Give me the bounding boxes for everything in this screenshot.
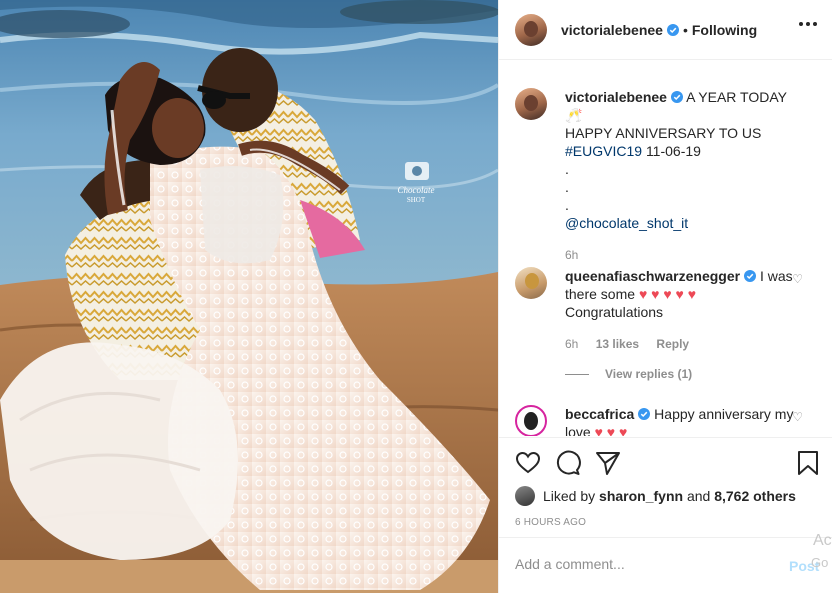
- heart-emojis: ♥ ♥ ♥: [594, 424, 628, 436]
- caption-hashtag[interactable]: #EUGVIC19: [565, 143, 642, 159]
- more-options-icon[interactable]: [799, 22, 817, 26]
- like-comment-heart-icon[interactable]: ♡: [792, 272, 803, 286]
- likes-prefix: Liked by: [543, 488, 596, 504]
- commenter-avatar[interactable]: [515, 405, 547, 436]
- comment-text-2: Congratulations: [565, 304, 664, 320]
- caption-mention[interactable]: @chocolate_shot_it: [565, 215, 688, 231]
- caption-username[interactable]: victorialebenee: [565, 89, 667, 105]
- save-bookmark-icon[interactable]: [795, 450, 821, 476]
- add-comment-bar: Post: [499, 537, 832, 593]
- reply-button[interactable]: Reply: [656, 337, 689, 351]
- caption: victorialebenee A YEAR TODAY 🥂 HAPPY ANN…: [515, 88, 825, 264]
- caption-dot-1: .: [565, 161, 569, 177]
- like-comment-heart-icon[interactable]: ♡: [792, 410, 803, 424]
- liker-avatar[interactable]: [515, 486, 535, 506]
- caption-dot-2: .: [565, 179, 569, 195]
- likes-summary: Liked by sharon_fynn and 8,762 others: [515, 486, 796, 506]
- verified-badge-icon: [638, 408, 651, 420]
- post-photo[interactable]: Chocolate SHOT: [0, 0, 498, 593]
- activate-windows-watermark: Ac: [813, 532, 832, 549]
- caption-body: victorialebenee A YEAR TODAY 🥂 HAPPY ANN…: [565, 88, 795, 264]
- post-actions: Liked by sharon_fynn and 8,762 others 6 …: [499, 437, 832, 537]
- commenter-username[interactable]: queenafiaschwarzenegger: [565, 268, 740, 284]
- comment-bubble-icon[interactable]: [555, 450, 581, 476]
- caption-date: 11-06-19: [645, 143, 701, 159]
- activate-windows-watermark-2: Go: [811, 555, 829, 570]
- comment-time[interactable]: 6h: [565, 337, 578, 351]
- share-paper-plane-icon[interactable]: [595, 450, 621, 476]
- comment-meta: 6h 13 likes Reply: [565, 335, 795, 353]
- view-replies[interactable]: View replies (1): [565, 367, 692, 381]
- caption-time[interactable]: 6h: [565, 248, 578, 262]
- post-header: victorialebenee • Following: [499, 0, 832, 60]
- comment-likes[interactable]: 13 likes: [596, 337, 639, 351]
- liker-username[interactable]: sharon_fynn: [599, 488, 683, 504]
- verified-badge-icon: [744, 270, 757, 282]
- commenter-username[interactable]: beccafrica: [565, 406, 634, 422]
- header-separator: •: [682, 21, 688, 38]
- commenter-avatar[interactable]: [515, 267, 547, 299]
- caption-meta: 6h: [565, 246, 795, 264]
- caption-avatar[interactable]: [515, 88, 547, 120]
- comment-item: queenafiaschwarzenegger I was there some…: [515, 267, 825, 353]
- comment-body: beccafrica Happy anniversary my love ♥ ♥…: [565, 405, 795, 436]
- replies-line: [565, 373, 589, 375]
- svg-text:SHOT: SHOT: [407, 196, 426, 204]
- following-button[interactable]: Following: [692, 22, 757, 38]
- caption-line2: HAPPY ANNIVERSARY TO US: [565, 125, 762, 141]
- post-timestamp[interactable]: 6 HOURS AGO: [515, 517, 586, 528]
- svg-text:Chocolate: Chocolate: [398, 185, 435, 195]
- author-username[interactable]: victorialebenee: [561, 22, 663, 38]
- comments-list[interactable]: victorialebenee A YEAR TODAY 🥂 HAPPY ANN…: [499, 61, 832, 436]
- wedding-photo: Chocolate SHOT: [0, 0, 498, 593]
- heart-emojis: ♥ ♥ ♥ ♥ ♥: [638, 286, 697, 302]
- comment-input[interactable]: [515, 556, 765, 572]
- verified-badge-icon: [666, 23, 679, 36]
- likes-count[interactable]: 8,762 others: [714, 488, 796, 504]
- post-sidebar: victorialebenee • Following victorialebe…: [498, 0, 832, 593]
- like-heart-icon[interactable]: [515, 450, 541, 476]
- view-replies-label[interactable]: View replies (1): [605, 367, 692, 381]
- likes-and: and: [686, 488, 711, 504]
- comment-item: beccafrica Happy anniversary my love ♥ ♥…: [515, 405, 825, 436]
- caption-dot-3: .: [565, 197, 569, 213]
- comment-body: queenafiaschwarzenegger I was there some…: [565, 267, 795, 353]
- verified-badge-icon: [670, 91, 683, 103]
- author-avatar[interactable]: [515, 13, 547, 46]
